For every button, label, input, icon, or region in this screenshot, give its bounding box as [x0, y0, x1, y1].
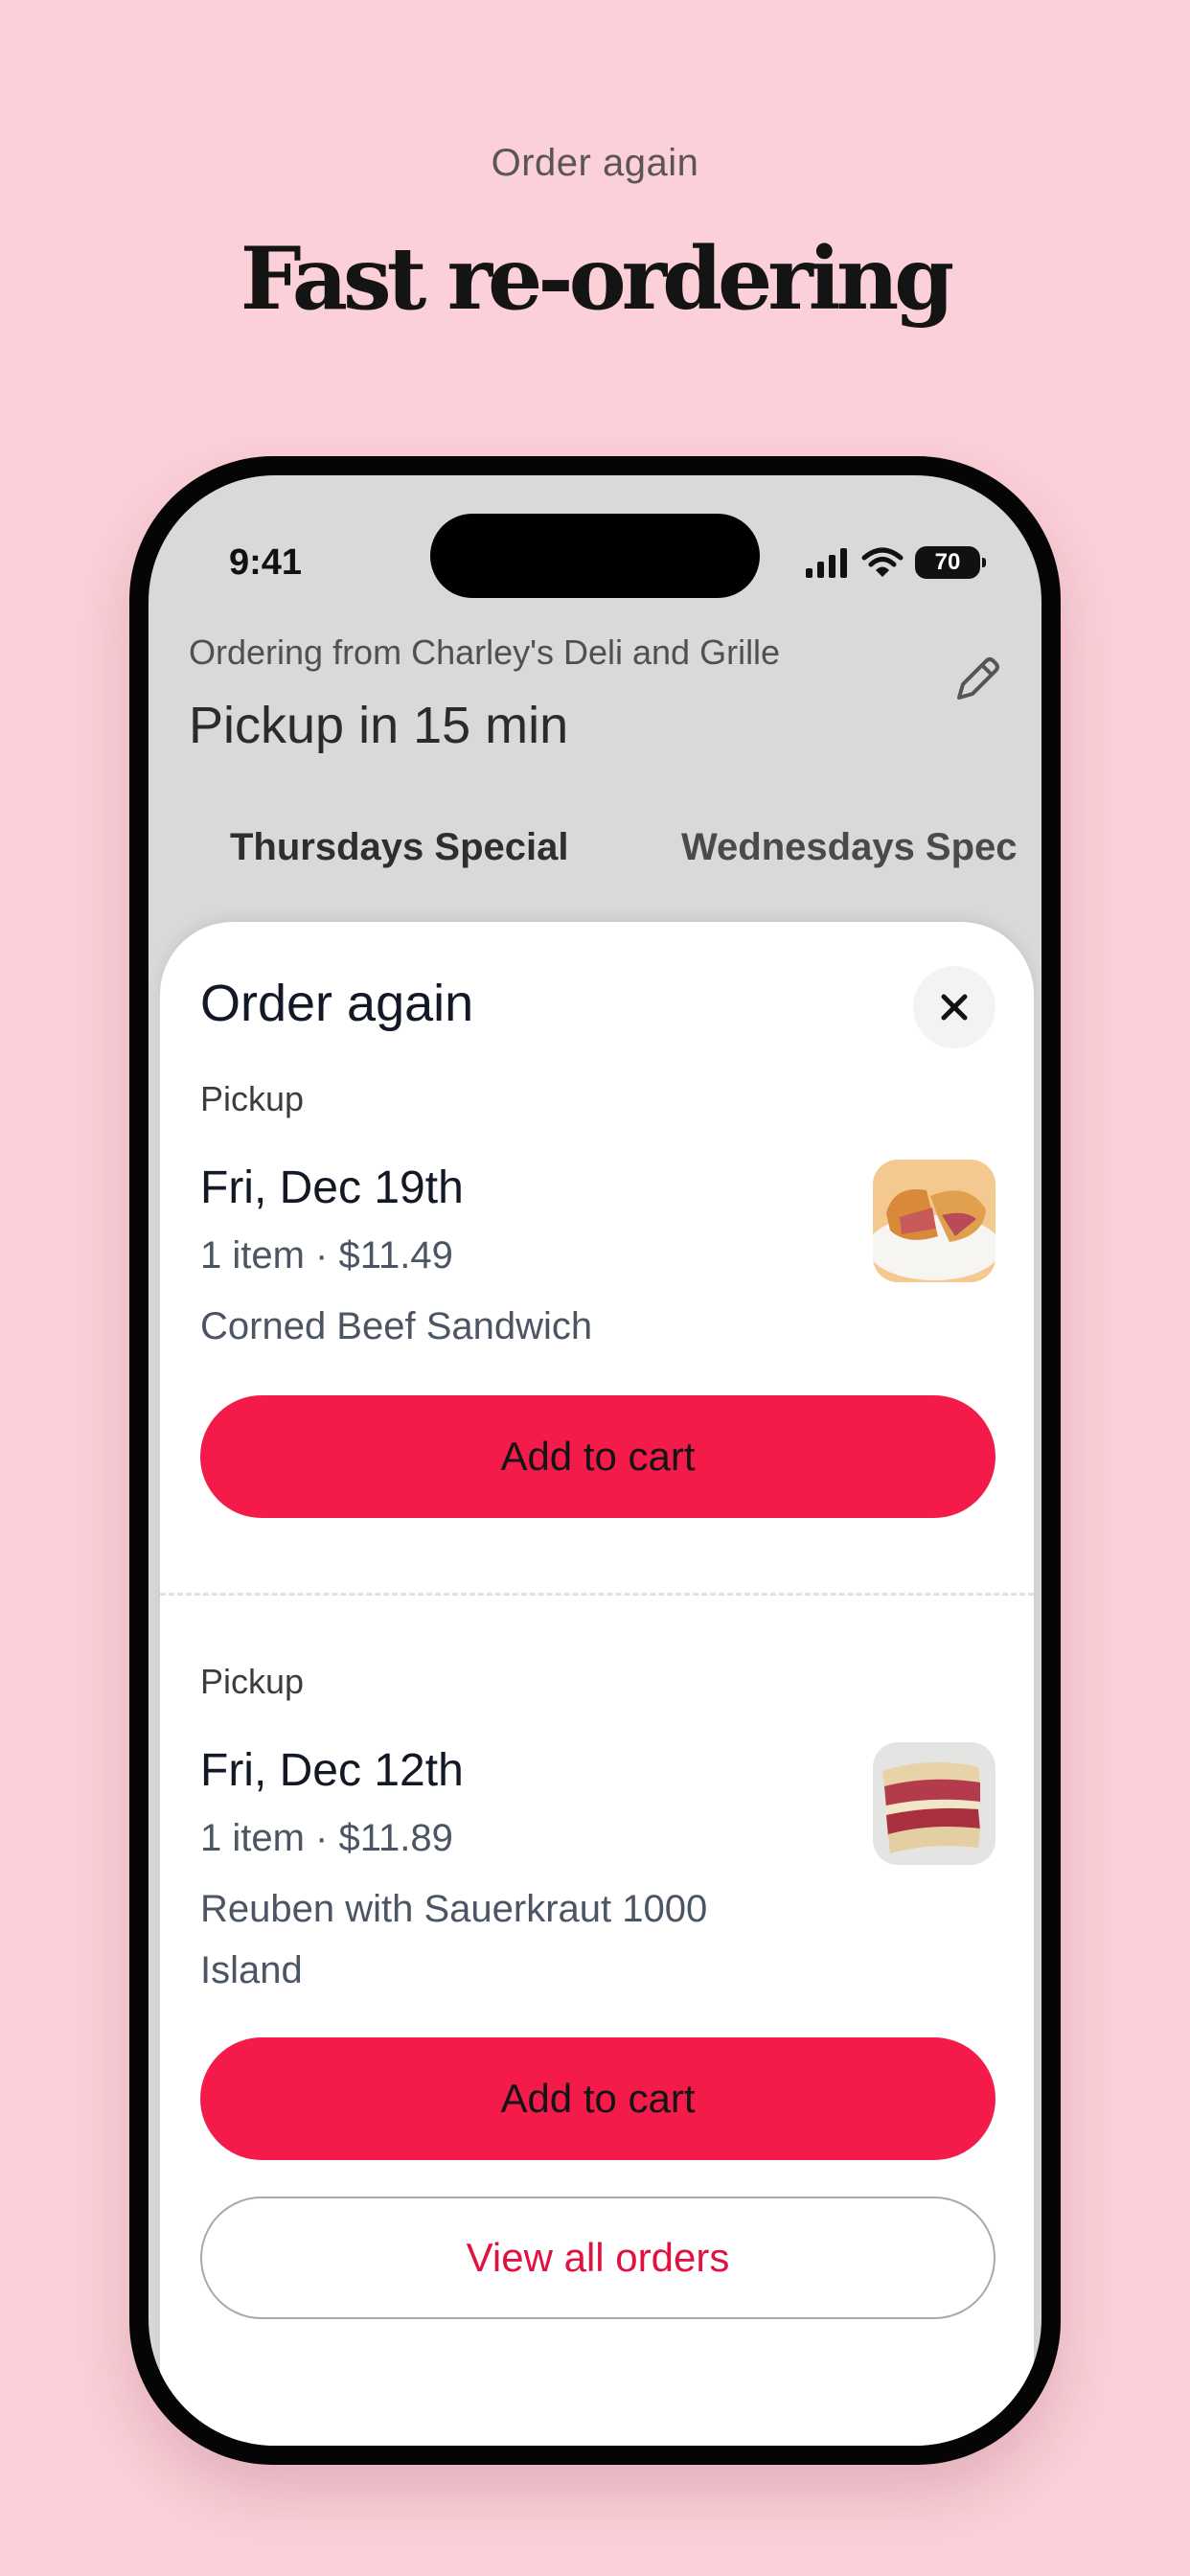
battery-icon: 70 [915, 546, 986, 579]
order-items: Reuben with Sauerkraut 1000 Island [200, 1888, 708, 1991]
reuben-sandwich-photo [873, 1742, 995, 1865]
order-date: Fri, Dec 12th [200, 1745, 464, 1796]
close-icon [941, 994, 968, 1021]
tab-wednesdays-special[interactable]: Wednesdays Spec [681, 826, 1018, 869]
wifi-icon [861, 547, 904, 577]
view-all-orders-button[interactable]: View all orders [200, 2196, 995, 2319]
order-mode: Pickup [200, 1662, 305, 1701]
category-tabs: Thursdays Special Wednesdays Spec [149, 826, 1041, 922]
pencil-icon[interactable] [946, 650, 1007, 711]
grilled-sandwich-photo [873, 1160, 995, 1282]
tab-thursdays-special[interactable]: Thursdays Special [230, 826, 568, 869]
promo-kicker: Order again [491, 142, 699, 184]
phone-screen: 9:41 70 Ordering from Charley's Deli and… [149, 475, 1041, 2446]
add-to-cart-button[interactable]: Add to cart [200, 1395, 995, 1518]
pickup-time[interactable]: Pickup in 15 min [189, 696, 568, 755]
phone-frame: 9:41 70 Ordering from Charley's Deli and… [129, 456, 1061, 2465]
promo-title: Fast re-ordering [240, 228, 955, 330]
close-button[interactable] [913, 966, 995, 1048]
order-summary: 1 item · $11.89 [200, 1817, 453, 1859]
add-to-cart-button[interactable]: Add to cart [200, 2037, 995, 2160]
status-time: 9:41 [229, 542, 303, 583]
order-date: Fri, Dec 19th [200, 1162, 464, 1213]
order-summary: 1 item · $11.49 [200, 1234, 453, 1276]
sheet-title: Order again [200, 975, 474, 1032]
order-mode: Pickup [200, 1079, 305, 1118]
order-divider [160, 1593, 1034, 1596]
cellular-signal-icon [806, 548, 847, 578]
order-again-sheet: Order again Pickup Fri, Dec 19th 1 item … [160, 922, 1034, 2446]
status-icons: 70 [804, 546, 986, 579]
dynamic-island [430, 514, 760, 598]
ordering-from-label: Ordering from Charley's Deli and Grille [189, 632, 781, 672]
order-items: Corned Beef Sandwich [200, 1305, 593, 1347]
